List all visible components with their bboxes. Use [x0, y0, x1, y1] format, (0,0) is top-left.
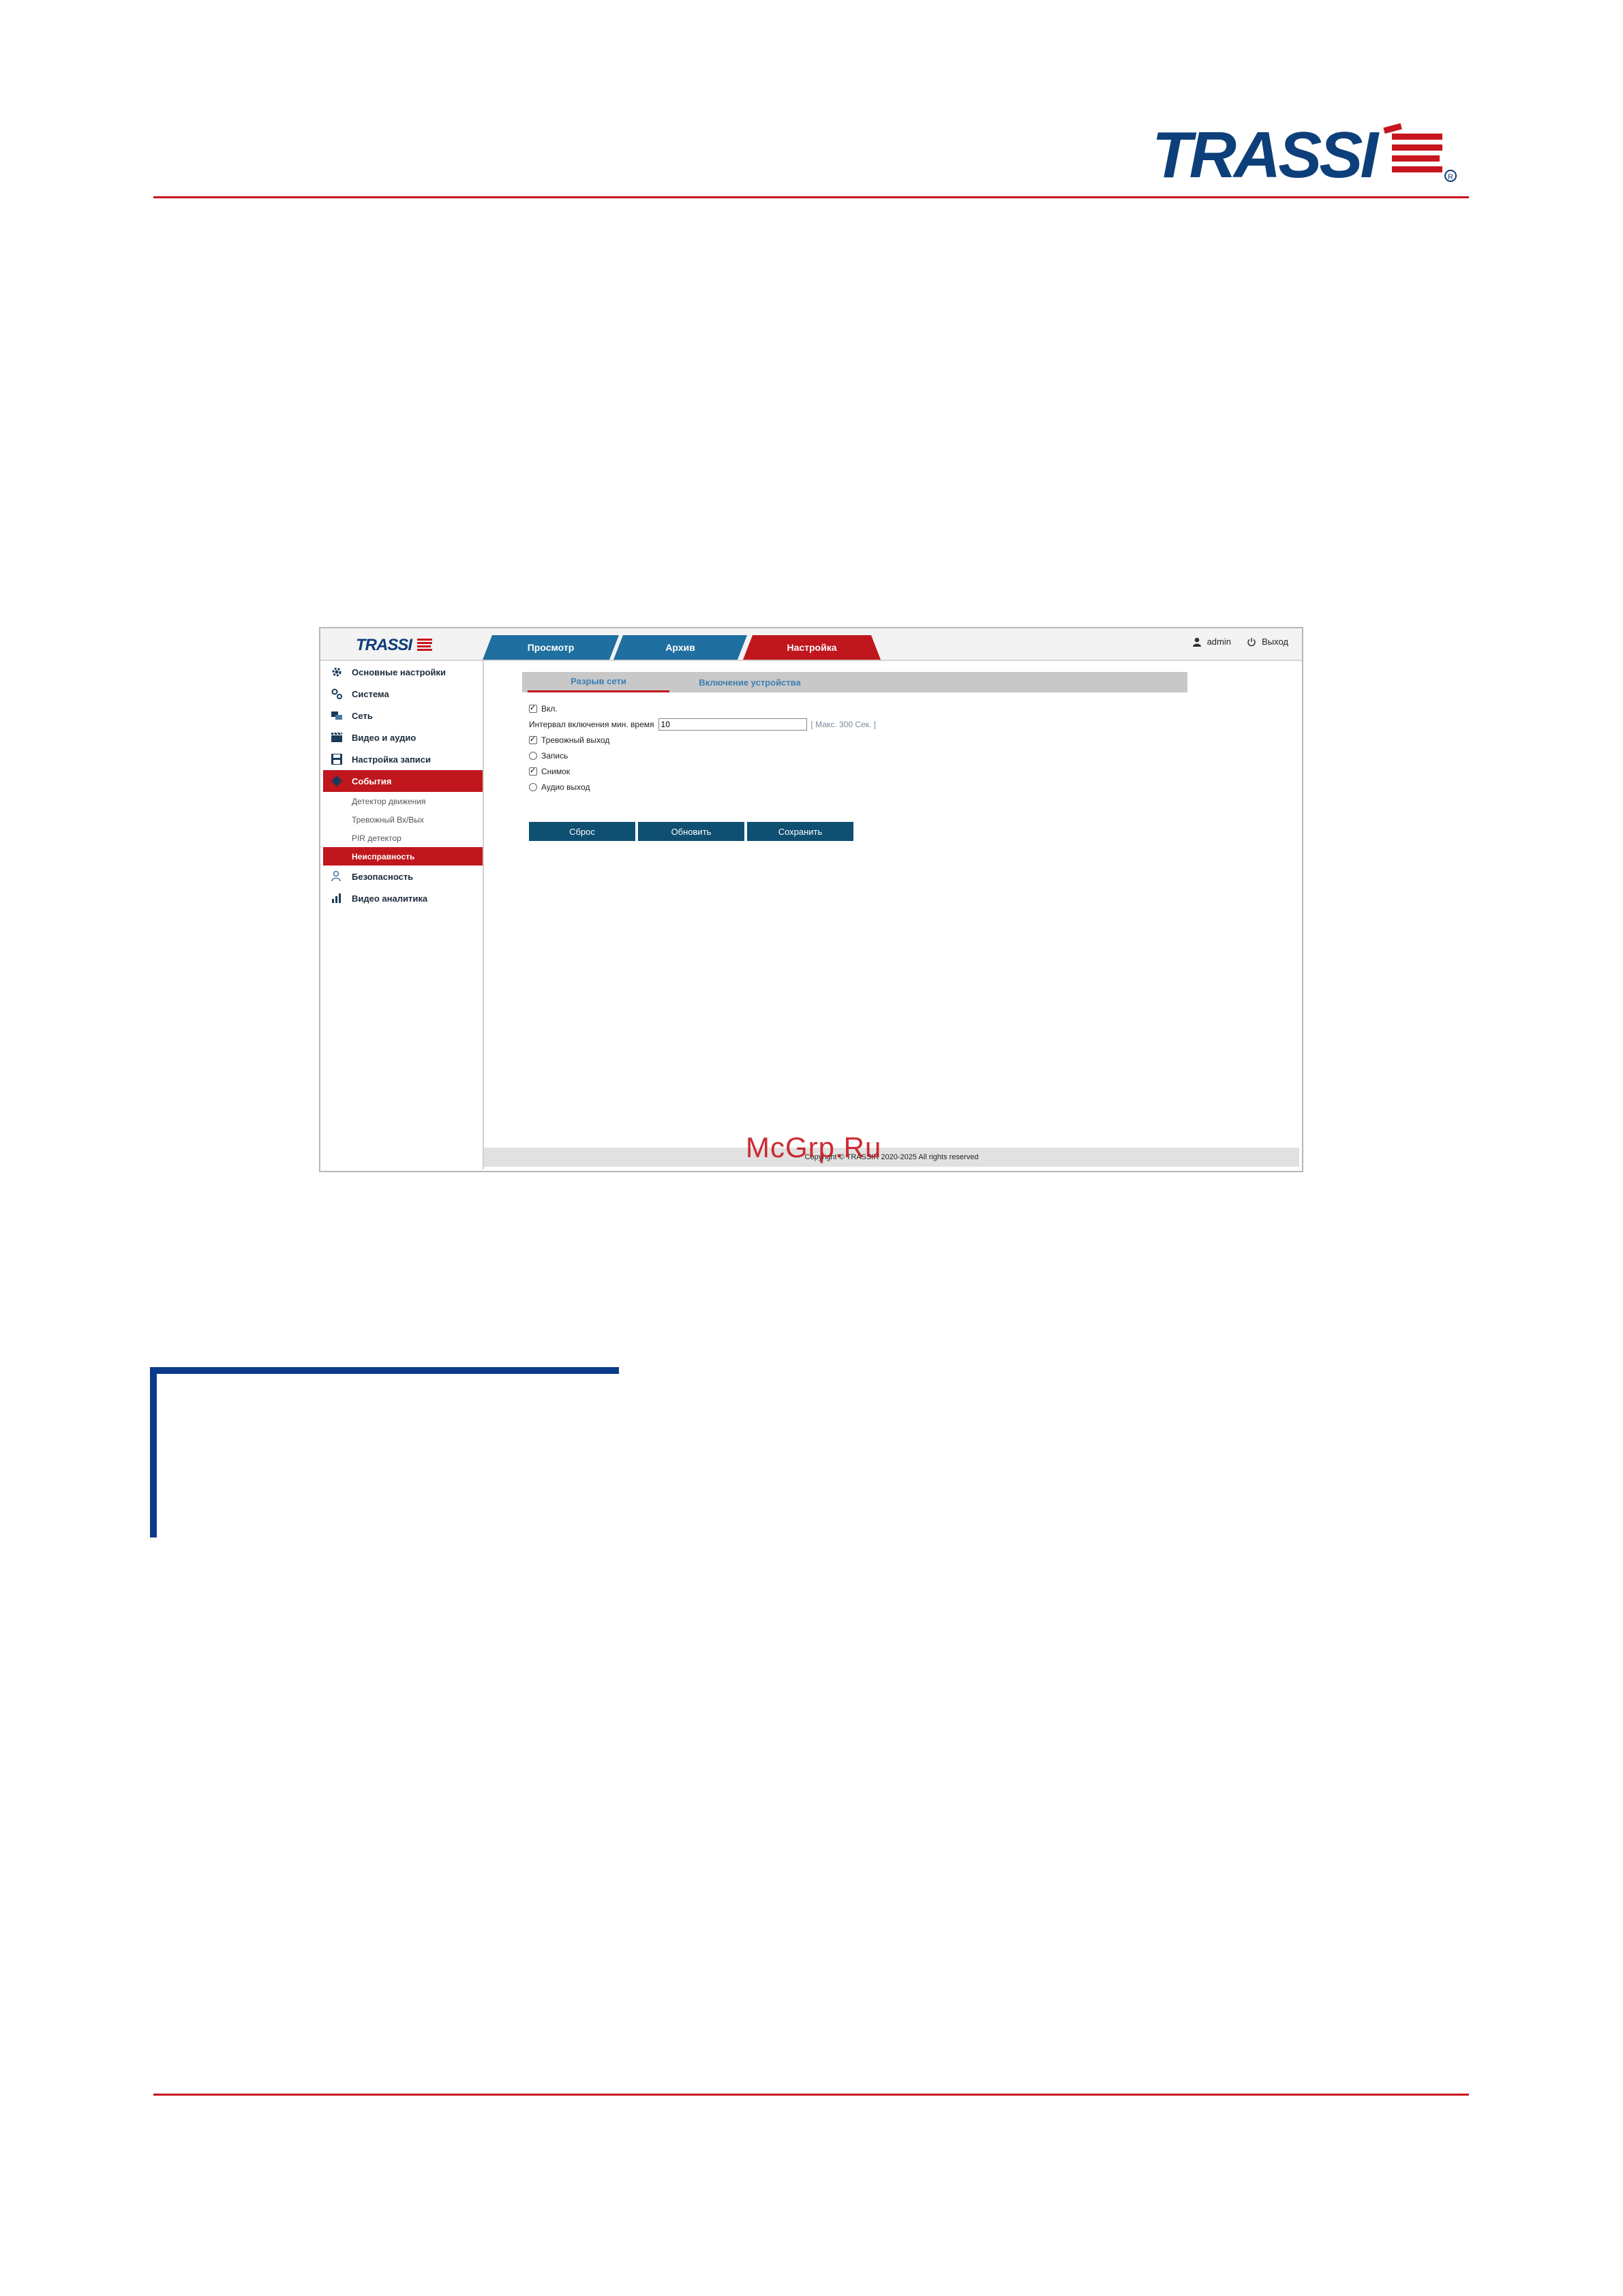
- watermark-text: McGrp.Ru: [746, 1131, 882, 1163]
- tab-settings-label: Настройка: [787, 642, 837, 653]
- section-bracket-side: [150, 1367, 157, 1537]
- tab-view[interactable]: Просмотр: [483, 635, 619, 660]
- tab-settings[interactable]: Настройка: [743, 635, 881, 660]
- snapshot-label: Снимок: [541, 766, 571, 776]
- svg-text:TRASSI: TRASSI: [356, 636, 413, 654]
- sidebar-item-basic-settings[interactable]: Основные настройки: [323, 661, 483, 683]
- app-logo: TRASSI: [356, 636, 432, 654]
- power-icon: [1247, 637, 1256, 646]
- user-icon: [1192, 637, 1201, 647]
- user-menu[interactable]: admin: [1192, 637, 1231, 647]
- gear-icon: [330, 665, 344, 679]
- sidebar-subitem-pir-detector[interactable]: PIR детектор: [323, 829, 483, 847]
- enable-label: Вкл.: [541, 703, 558, 714]
- sidebar-item-security[interactable]: Безопасность: [323, 866, 483, 887]
- audio-out-row: Аудио выход: [529, 779, 876, 795]
- snapshot-row: Снимок: [529, 763, 876, 779]
- save-button[interactable]: Сохранить: [747, 822, 853, 841]
- interval-label: Интервал включения мин. время: [529, 719, 654, 729]
- sidebar-item-system[interactable]: Система: [323, 683, 483, 705]
- trassir-logo: TRASSI R: [1152, 119, 1457, 192]
- tab-archive-label: Архив: [665, 642, 695, 653]
- tab-archive[interactable]: Архив: [613, 635, 747, 660]
- subtab-device-power-on[interactable]: Включение устройства: [675, 672, 825, 692]
- sidebar-item-label: Видео и аудио: [352, 732, 416, 743]
- sidebar-item-label: Настройка записи: [352, 754, 431, 765]
- gears-icon: [330, 687, 344, 701]
- clapper-icon: [330, 731, 344, 744]
- logout-button[interactable]: Выход: [1247, 637, 1288, 647]
- sidebar-item-label: Сеть: [352, 710, 373, 721]
- sidebar-item-label: Система: [352, 688, 389, 699]
- alarm-out-row: Тревожный выход: [529, 732, 876, 748]
- interval-row: Интервал включения мин. время [ Макс. 30…: [529, 716, 876, 732]
- app-header: TRASSI Просмотр Архив Настройка admin Вы…: [320, 628, 1302, 661]
- disk-icon: [330, 752, 344, 766]
- events-icon: [330, 774, 344, 788]
- sidebar-item-label: Видео аналитика: [352, 893, 428, 904]
- subtab-label: Разрыв сети: [571, 676, 626, 686]
- sidebar-item-events[interactable]: События: [323, 770, 483, 792]
- audio-out-label: Аудио выход: [541, 782, 590, 792]
- enable-row: Вкл.: [529, 701, 876, 716]
- reset-button[interactable]: Сброс: [529, 822, 635, 841]
- footer-rule: [153, 2094, 1469, 2096]
- sidebar-subitem-malfunction[interactable]: Неисправность: [323, 847, 483, 866]
- network-icon: [330, 709, 344, 722]
- interval-hint: [ Макс. 300 Сек. ]: [810, 719, 876, 729]
- record-label: Запись: [541, 750, 568, 761]
- section-bracket-top: [150, 1367, 619, 1374]
- sidebar-item-label: События: [352, 776, 392, 786]
- sidebar: Основные настройки Система Сеть Видео и …: [323, 661, 484, 1169]
- chart-icon: [330, 891, 344, 905]
- snapshot-checkbox[interactable]: [529, 766, 537, 776]
- sidebar-item-record-settings[interactable]: Настройка записи: [323, 748, 483, 770]
- sidebar-subitem-label: Детектор движения: [352, 796, 426, 806]
- tab-view-label: Просмотр: [527, 642, 575, 653]
- malfunction-form: Вкл. Интервал включения мин. время [ Мак…: [529, 701, 876, 795]
- sidebar-item-video-analytics[interactable]: Видео аналитика: [323, 887, 483, 909]
- alarm-out-checkbox[interactable]: [529, 735, 537, 744]
- audio-out-radio[interactable]: [529, 782, 537, 791]
- sidebar-subitem-motion-detector[interactable]: Детектор движения: [323, 792, 483, 810]
- enable-checkbox[interactable]: [529, 703, 537, 713]
- svg-text:TRASSI: TRASSI: [1152, 119, 1380, 192]
- user-name: admin: [1207, 637, 1231, 647]
- sidebar-item-video-audio[interactable]: Видео и аудио: [323, 726, 483, 748]
- subtab-label: Включение устройства: [699, 677, 801, 688]
- record-row: Запись: [529, 748, 876, 763]
- logout-label: Выход: [1262, 637, 1288, 647]
- web-ui-screenshot: TRASSI Просмотр Архив Настройка admin Вы…: [319, 627, 1303, 1172]
- record-radio[interactable]: [529, 751, 537, 760]
- sidebar-subitem-alarm-io[interactable]: Тревожный Вх/Вых: [323, 810, 483, 829]
- sidebar-subitem-label: Тревожный Вх/Вых: [352, 814, 424, 825]
- app-footer: Copyright © TRASSIR 2020-2025 All rights…: [484, 1148, 1299, 1167]
- refresh-button[interactable]: Обновить: [638, 822, 744, 841]
- svg-text:R: R: [1448, 173, 1453, 181]
- header-rule: [153, 196, 1469, 198]
- sidebar-item-label: Основные настройки: [352, 667, 446, 677]
- form-buttons: Сброс Обновить Сохранить: [529, 822, 853, 841]
- subtab-network-break[interactable]: Разрыв сети: [528, 672, 669, 692]
- sidebar-subitem-label: PIR детектор: [352, 833, 401, 843]
- alarm-out-label: Тревожный выход: [541, 735, 610, 745]
- sidebar-subitem-label: Неисправность: [352, 851, 415, 861]
- settings-panel: Разрыв сети Включение устройства Вкл. Ин…: [484, 661, 1302, 1172]
- interval-input[interactable]: [658, 718, 807, 731]
- sidebar-item-label: Безопасность: [352, 871, 414, 882]
- subtabs: Разрыв сети Включение устройства: [522, 672, 1187, 692]
- sidebar-item-network[interactable]: Сеть: [323, 705, 483, 726]
- user-shield-icon: [330, 870, 344, 883]
